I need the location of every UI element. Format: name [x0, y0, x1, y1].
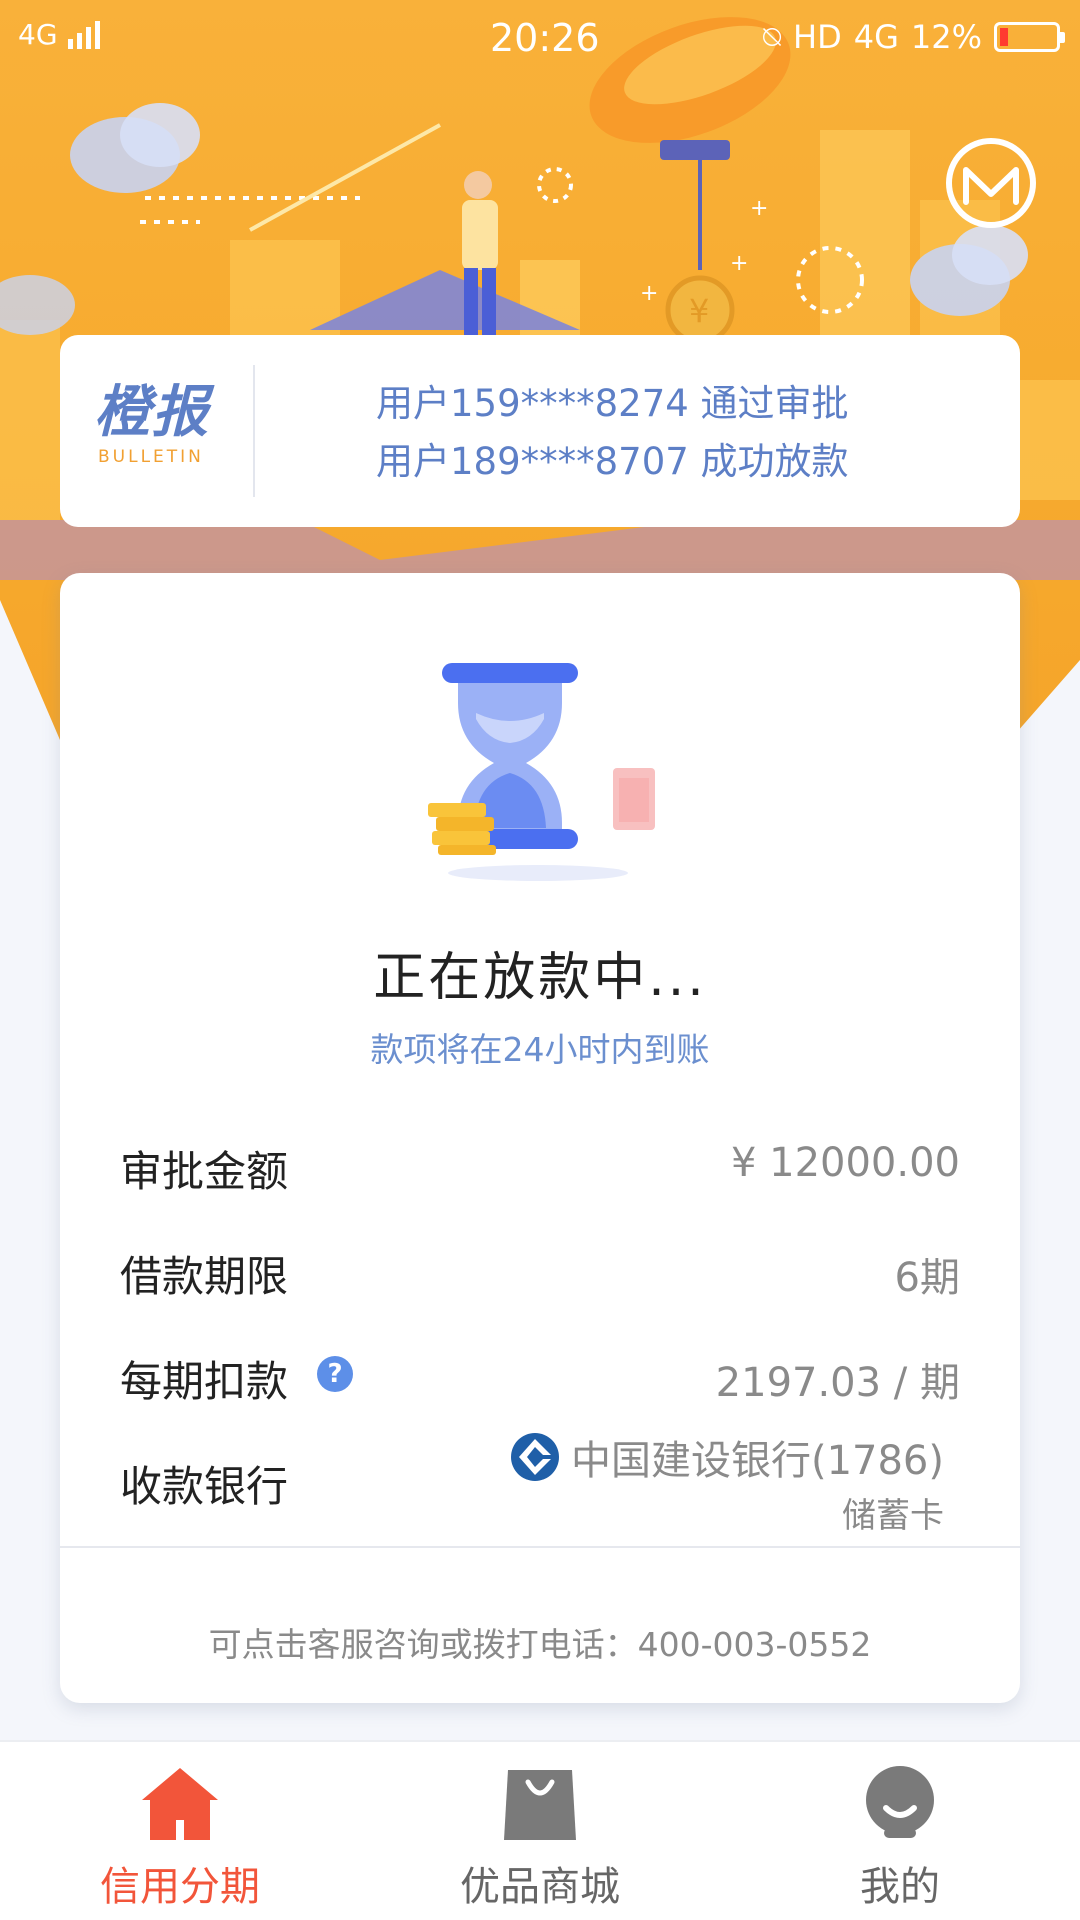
hd-label: HD [793, 18, 842, 56]
bottom-nav: 信用分期 优品商城 我的 [0, 1740, 1080, 1920]
svg-text:+: + [750, 196, 768, 221]
bulletin-news-list: 用户159****8274 通过审批 用户189****8707 成功放款 [376, 375, 849, 491]
network-label-2: 4G [853, 18, 899, 56]
svg-text:¥: ¥ [689, 292, 709, 330]
bank-info: 中国建设银行(1786) [509, 1428, 944, 1486]
bulletin-logo-cn: 橙报 [94, 380, 210, 445]
hourglass-icon [428, 663, 655, 881]
loan-term-value: 6期 [894, 1255, 960, 1301]
message-button[interactable] [946, 138, 1036, 228]
bulletin-card[interactable]: 橙报 BULLETIN 用户159****8274 通过审批 用户189****… [60, 335, 1020, 527]
network-label: 4G [18, 18, 58, 51]
loan-term-label: 借款期限 [120, 1252, 289, 1301]
bulletin-logo: 橙报 BULLETIN [94, 380, 274, 468]
approved-amount-row: 审批金额 ¥ 12000.00 [120, 1138, 960, 1198]
status-title: 正在放款中... [373, 948, 707, 1008]
bulletin-divider [253, 365, 255, 497]
bulletin-logo-en: BULLETIN [98, 447, 204, 467]
card-type: 储蓄卡 [842, 1496, 944, 1536]
approved-amount-value: ¥ 12000.00 [730, 1140, 960, 1186]
clock: 20:26 [490, 16, 600, 60]
nav-item-credit-installment[interactable]: 信用分期 [0, 1742, 360, 1920]
installment-row: 每期扣款 ? 2197.03 / 期 [120, 1348, 960, 1408]
home-icon [142, 1768, 218, 1840]
shopping-bag-icon [504, 1770, 576, 1840]
envelope-icon [963, 167, 1019, 205]
loan-status-card: 正在放款中... 款项将在24小时内到账 审批金额 ¥ 12000.00 借款期… [60, 573, 1020, 1703]
nav-item-mine[interactable]: 我的 [720, 1742, 1080, 1920]
battery-icon [994, 22, 1065, 52]
status-subtitle: 款项将在24小时内到账 [370, 1030, 710, 1069]
nav-label-credit-installment: 信用分期 [100, 1864, 260, 1910]
svg-text:+: + [640, 281, 658, 306]
svg-text:+: + [730, 251, 748, 276]
nav-label-mall: 优品商城 [460, 1864, 620, 1910]
installment-value: 2197.03 / 期 [715, 1360, 960, 1406]
receiving-bank-label: 收款银行 [120, 1462, 289, 1511]
nav-label-mine: 我的 [860, 1864, 940, 1910]
customer-service-link[interactable]: 可点击客服咨询或拨打电话：400-003-0552 [60, 1618, 1020, 1666]
bank-name: 中国建设银行(1786) [570, 1438, 944, 1484]
nav-item-mall[interactable]: 优品商城 [360, 1742, 720, 1920]
battery-percent: 12% [910, 18, 982, 56]
help-icon[interactable]: ? [317, 1356, 353, 1392]
user-face-icon [866, 1766, 934, 1838]
installment-label: 每期扣款 [120, 1357, 289, 1406]
bulletin-item: 用户159****8274 通过审批 [376, 382, 849, 425]
bulletin-item: 用户189****8707 成功放款 [376, 440, 849, 483]
signal-icon [67, 20, 100, 49]
approved-amount-label: 审批金额 [120, 1147, 289, 1196]
alarm-off-icon: ⍉ [763, 19, 782, 55]
ccb-bank-logo-icon [510, 1433, 559, 1481]
card-divider [60, 1546, 1020, 1548]
loan-term-row: 借款期限 6期 [120, 1243, 960, 1303]
status-bar: 4G 20:26 ⍉ HD 4G 12% [0, 0, 1080, 75]
